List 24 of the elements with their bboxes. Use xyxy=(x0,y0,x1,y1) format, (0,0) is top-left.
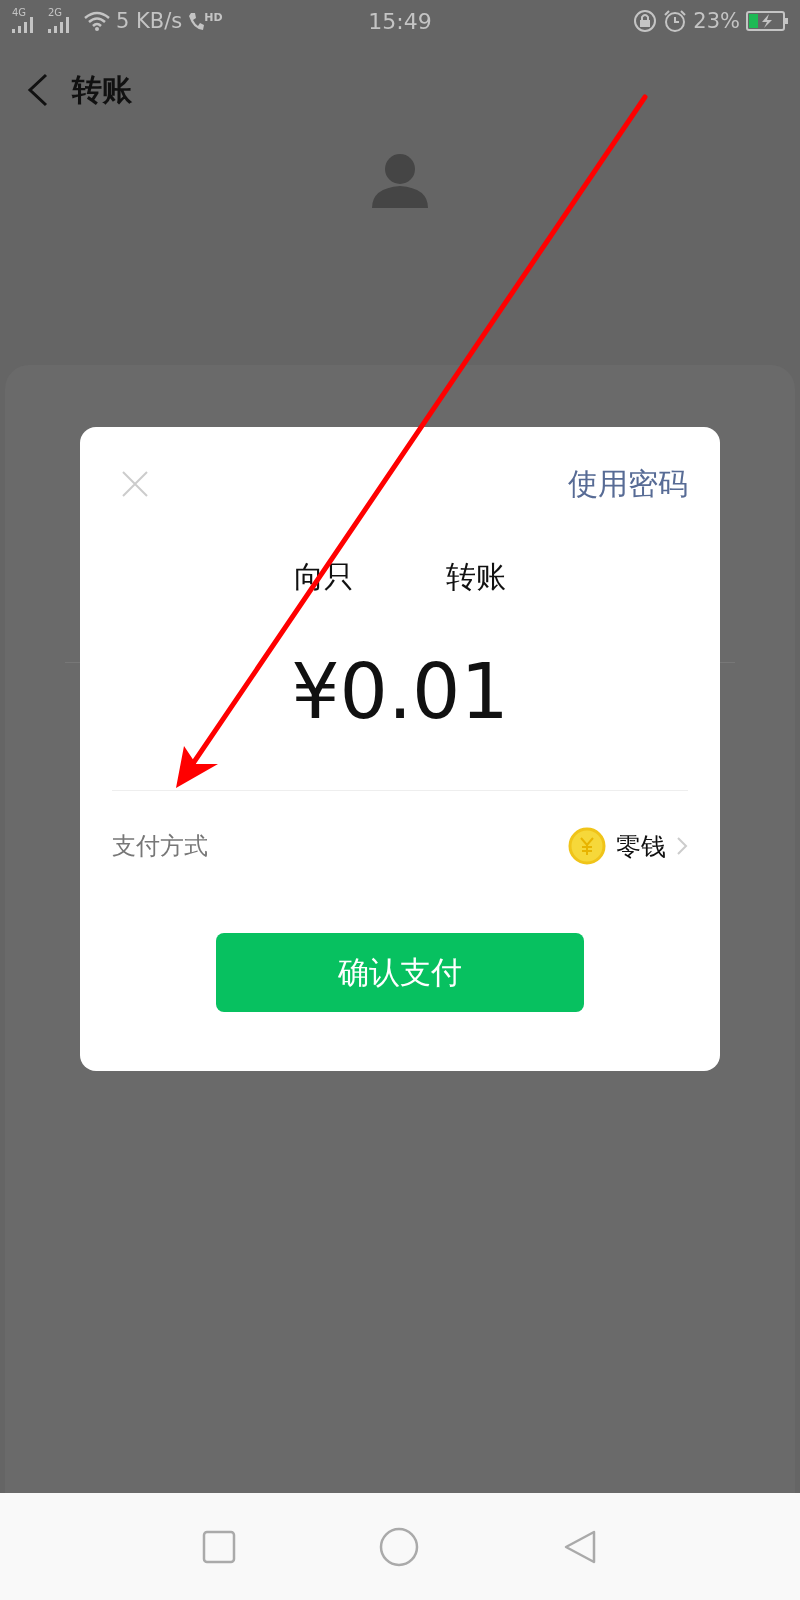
network-speed: 5 KB/s xyxy=(116,9,183,33)
page-title: 转账 xyxy=(72,70,132,109)
recents-icon[interactable] xyxy=(201,1529,236,1564)
battery-charging-icon xyxy=(746,11,788,31)
battery-percent: 23% xyxy=(693,9,740,33)
phone-icon xyxy=(188,11,205,31)
avatar-icon xyxy=(370,152,430,208)
payment-amount: ¥0.01 xyxy=(290,654,510,730)
recipient-text: 转账 xyxy=(446,558,506,596)
payment-method-label: 支付方式 xyxy=(112,831,208,862)
hd-label: HD xyxy=(204,11,223,24)
home-icon[interactable] xyxy=(379,1526,419,1567)
clock-time: 15:49 xyxy=(368,8,432,34)
wifi-icon xyxy=(84,11,110,31)
use-password-link[interactable]: 使用密码 xyxy=(568,463,688,505)
chevron-right-icon[interactable] xyxy=(676,836,688,856)
coin-icon xyxy=(568,827,606,865)
rotation-lock-icon xyxy=(633,9,658,33)
back-icon[interactable] xyxy=(26,73,50,107)
close-icon[interactable] xyxy=(122,471,148,497)
network-type: 2G xyxy=(48,7,63,18)
alarm-icon xyxy=(663,9,688,33)
payment-method-value[interactable]: 零钱 xyxy=(616,829,666,863)
network-type: 4G xyxy=(12,7,27,18)
